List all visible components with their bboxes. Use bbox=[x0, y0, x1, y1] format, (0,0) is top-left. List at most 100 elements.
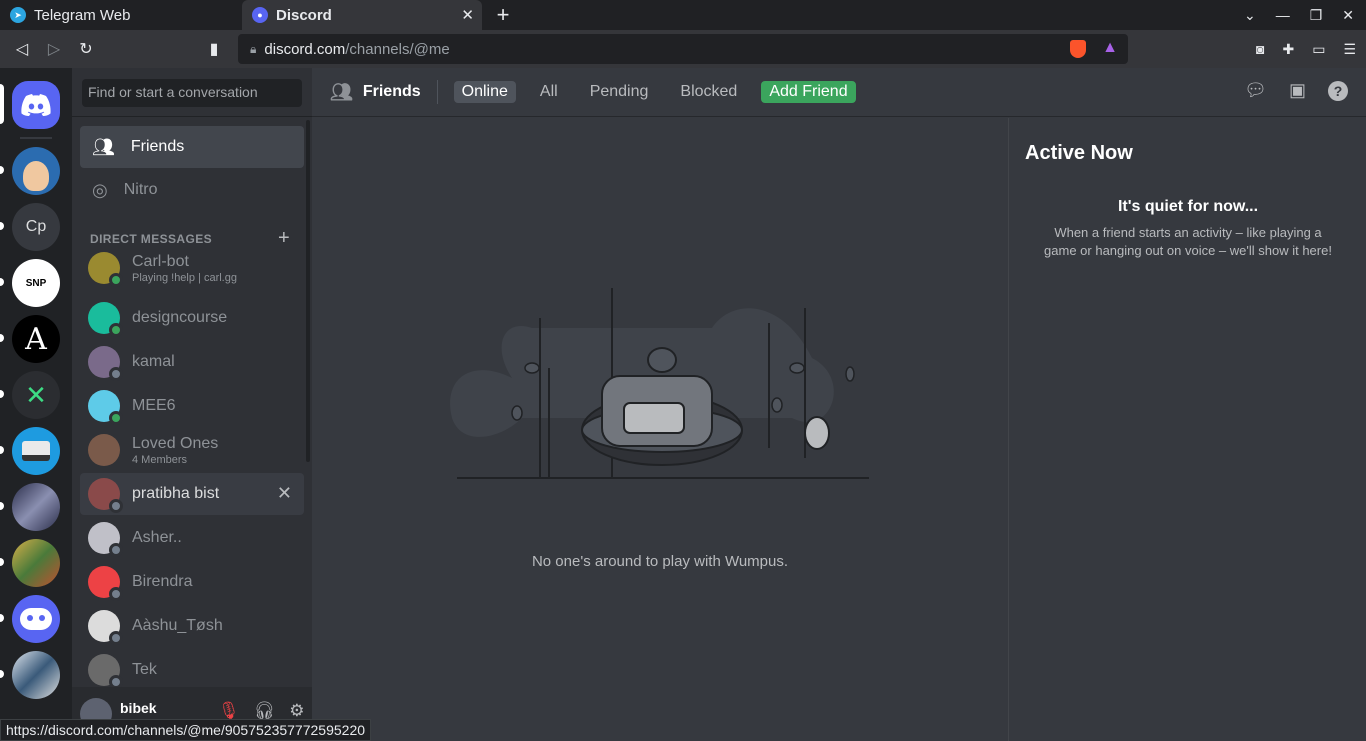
guild-initials: Cp bbox=[25, 218, 47, 235]
dm-header: DIRECT MESSAGES bbox=[90, 232, 213, 246]
status-indicator bbox=[109, 631, 123, 645]
tab-discord[interactable]: ● Discord ✕ bbox=[242, 0, 482, 30]
typewriter-icon bbox=[22, 441, 50, 461]
reload-icon[interactable]: ↻ bbox=[70, 33, 102, 65]
tab-search-icon[interactable]: ⌄ bbox=[1244, 7, 1256, 24]
status-indicator bbox=[109, 499, 123, 513]
friends-title: 👥︎ Friends bbox=[330, 80, 438, 104]
empty-state: No one's around to play with Wumpus. bbox=[312, 118, 1008, 741]
dm-names: MEE6 bbox=[132, 397, 176, 415]
dm-item[interactable]: Tek bbox=[80, 649, 304, 691]
brave-shield-icon[interactable] bbox=[1070, 40, 1086, 58]
unread-indicator bbox=[0, 558, 4, 566]
unread-indicator bbox=[0, 222, 4, 230]
dm-item[interactable]: Asher.. bbox=[80, 517, 304, 559]
guild-anime1[interactable] bbox=[12, 483, 60, 531]
dm-name: Loved Ones bbox=[132, 434, 219, 452]
nav-friends[interactable]: 👥︎ Friends bbox=[80, 126, 304, 168]
dm-name: Asher.. bbox=[132, 529, 182, 546]
dm-item[interactable]: Carl-bot Playing !help | carl.gg bbox=[80, 247, 304, 289]
guild-initials: ✕ bbox=[25, 379, 47, 410]
bookmark-icon[interactable]: ▮ bbox=[198, 33, 230, 65]
nav-nitro[interactable]: ◎ Nitro bbox=[80, 169, 304, 211]
guild-initials: SNP bbox=[25, 277, 47, 289]
forward-icon[interactable]: ▷ bbox=[38, 33, 70, 65]
settings-gear-icon[interactable]: ⚙ bbox=[289, 701, 304, 721]
dm-item[interactable]: pratibha bist ✕ bbox=[80, 473, 304, 515]
dm-item[interactable]: MEE6 bbox=[80, 385, 304, 427]
user-controls: 🎙︎ 🎧︎ ⚙ bbox=[218, 701, 304, 721]
guild-anime2[interactable] bbox=[12, 539, 60, 587]
extensions-icon[interactable]: ✚ bbox=[1282, 41, 1294, 58]
tab-pending[interactable]: Pending bbox=[582, 81, 657, 103]
guild-x[interactable]: ✕ bbox=[12, 371, 60, 419]
camera-icon[interactable]: ◙ bbox=[1256, 41, 1264, 57]
minimize-icon[interactable]: — bbox=[1276, 7, 1290, 23]
guild-anime3[interactable] bbox=[12, 651, 60, 699]
avatar bbox=[88, 302, 123, 337]
dm-name: Birendra bbox=[132, 573, 193, 590]
new-group-dm-icon[interactable]: 💬︎ bbox=[1244, 80, 1267, 101]
url-text[interactable]: discord.com/channels/@me bbox=[264, 41, 449, 58]
close-dm-icon[interactable]: ✕ bbox=[277, 483, 292, 504]
dm-subtext: 4 Members bbox=[132, 453, 188, 466]
menu-icon[interactable]: ☰ bbox=[1343, 41, 1356, 58]
avatar bbox=[88, 522, 123, 557]
home-button[interactable] bbox=[12, 81, 60, 129]
dm-names: Tek bbox=[132, 661, 157, 679]
friends-header: 👥︎ Friends Online All Pending Blocked Ad… bbox=[312, 68, 1366, 117]
guild-bot[interactable] bbox=[12, 595, 60, 643]
avatar bbox=[88, 434, 120, 466]
dm-item[interactable]: Aàshu_Tøsh bbox=[80, 605, 304, 647]
nav-label: Friends bbox=[130, 138, 185, 155]
inbox-icon[interactable]: ▣ bbox=[1289, 80, 1306, 101]
headphones-icon[interactable]: 🎧︎ bbox=[254, 701, 276, 721]
username: bibek bbox=[120, 700, 157, 716]
mute-icon[interactable]: 🎙︎ bbox=[218, 701, 240, 721]
unread-indicator bbox=[0, 614, 4, 622]
new-tab-button[interactable]: + bbox=[490, 2, 516, 28]
guild-typewriter[interactable] bbox=[12, 427, 60, 475]
close-tab-icon[interactable]: ✕ bbox=[461, 6, 474, 24]
wallet-icon[interactable]: ▭ bbox=[1312, 41, 1325, 58]
guild-snp[interactable]: SNP bbox=[12, 259, 60, 307]
dm-item[interactable]: designcourse bbox=[80, 297, 304, 339]
status-indicator bbox=[109, 587, 123, 601]
guild-initials: A bbox=[25, 321, 47, 357]
tab-online[interactable]: Online bbox=[453, 81, 516, 103]
tab-all[interactable]: All bbox=[532, 81, 566, 103]
tab-telegram[interactable]: ➤ Telegram Web bbox=[0, 0, 242, 30]
guild-a[interactable]: A bbox=[12, 315, 60, 363]
discord-logo-icon bbox=[21, 94, 51, 116]
active-now-title: Active Now bbox=[1025, 142, 1133, 164]
add-friend-button[interactable]: Add Friend bbox=[761, 81, 856, 103]
search-input[interactable]: Find or start a conversation bbox=[82, 79, 302, 107]
dm-names: Loved Ones 4 Members bbox=[132, 435, 218, 466]
status-indicator bbox=[109, 323, 123, 337]
close-window-icon[interactable]: ✕ bbox=[1342, 7, 1354, 24]
active-now-heading: It's quiet for now... bbox=[1117, 198, 1259, 215]
dm-item[interactable]: kamal bbox=[80, 341, 304, 383]
friends-main: 👥︎ Friends Online All Pending Blocked Ad… bbox=[312, 68, 1366, 741]
unread-indicator bbox=[0, 390, 4, 398]
tab-title: Discord bbox=[276, 6, 332, 24]
tab-blocked[interactable]: Blocked bbox=[672, 81, 745, 103]
avatar bbox=[88, 390, 123, 425]
maximize-icon[interactable]: ❐ bbox=[1310, 7, 1323, 24]
avatar bbox=[88, 252, 123, 287]
dm-item[interactable]: Loved Ones 4 Members bbox=[80, 429, 304, 471]
guild-cp[interactable]: Cp bbox=[12, 203, 60, 251]
tab-title: Telegram Web bbox=[34, 6, 131, 24]
back-icon[interactable]: ◁ bbox=[6, 33, 38, 65]
robot-icon bbox=[20, 608, 52, 630]
avatar bbox=[88, 610, 123, 645]
help-icon[interactable]: ? bbox=[1328, 80, 1348, 101]
scrollbar[interactable] bbox=[306, 120, 310, 462]
guild-user-avatar[interactable] bbox=[12, 147, 60, 195]
dm-names: kamal bbox=[132, 353, 175, 371]
dm-name: Aàshu_Tøsh bbox=[132, 617, 223, 634]
friends-icon: 👥︎ bbox=[92, 136, 115, 157]
dm-item[interactable]: Birendra bbox=[80, 561, 304, 603]
brave-rewards-icon[interactable]: ▲ bbox=[1102, 39, 1118, 57]
address-bar[interactable]: 🔒︎ discord.com/channels/@me ▲ bbox=[238, 34, 1128, 64]
